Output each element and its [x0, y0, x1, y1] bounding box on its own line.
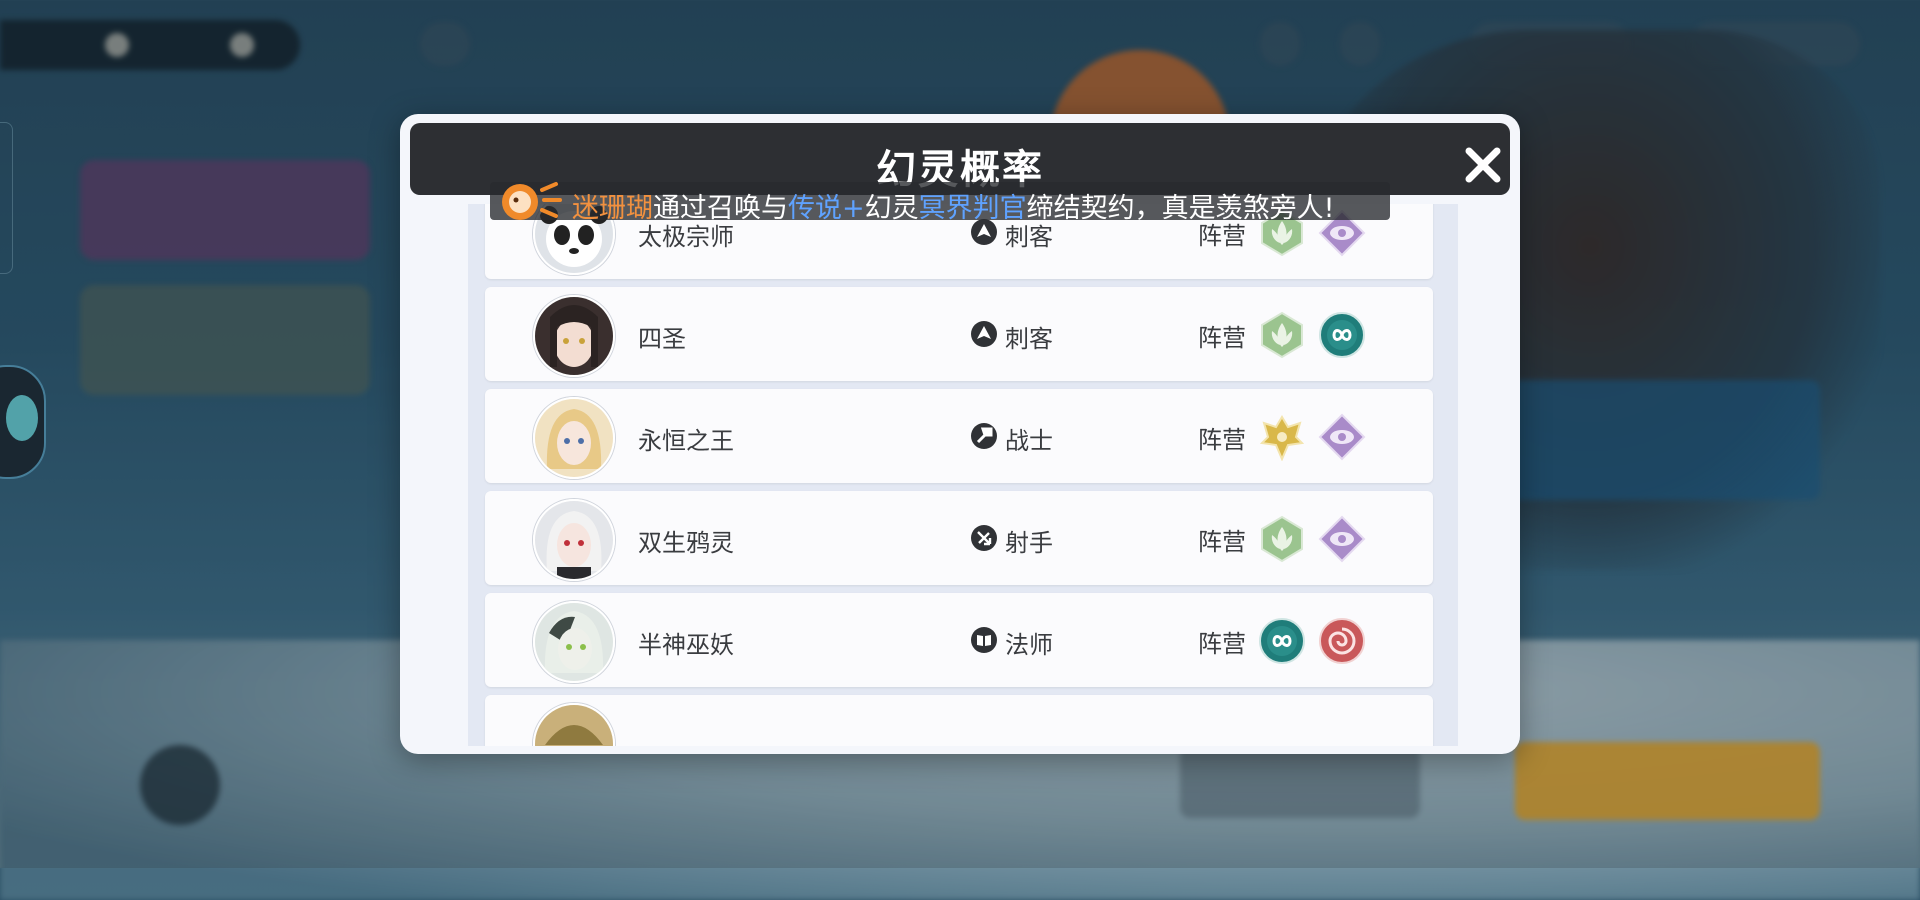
spirit-list[interactable]: 太极宗师 刺客 阵营 四圣 刺客 阵营 永恒之王 战士 阵营 双生鸦灵 射手 阵…	[468, 204, 1458, 746]
spirit-name: 永恒之王	[638, 427, 734, 455]
list-item	[485, 695, 1433, 746]
spirit-name: 四圣	[638, 325, 686, 353]
eye-camp-icon	[1318, 413, 1366, 461]
spirit-highlight: 冥界判官	[918, 193, 1027, 224]
avatar	[533, 397, 615, 479]
avatar	[533, 499, 615, 581]
eye-camp-icon	[1318, 515, 1366, 563]
crown-wing-camp-icon	[1258, 413, 1306, 462]
leaf-camp-icon	[1258, 515, 1306, 563]
marksman-icon	[971, 525, 997, 551]
avatar	[533, 703, 615, 746]
spirit-name: 半神巫妖	[638, 631, 734, 659]
avatar	[533, 295, 615, 377]
message-part: 通过召唤与	[653, 193, 788, 224]
close-x-icon	[1465, 147, 1501, 183]
message-part: 缔结契约，真是羡煞旁人!	[1026, 193, 1335, 224]
spirit-role: 射手	[1005, 529, 1053, 557]
speaker-mascot-icon	[498, 178, 562, 222]
camp-label: 阵营	[1198, 324, 1246, 352]
close-button[interactable]	[1463, 145, 1503, 185]
list-item: 双生鸦灵 射手 阵营	[485, 491, 1433, 585]
assassin-icon	[971, 321, 997, 347]
message-part: 幻灵	[864, 193, 919, 224]
list-item: 永恒之王 战士 阵营	[485, 389, 1433, 483]
camp-label: 阵营	[1198, 426, 1246, 454]
infinity-camp-icon	[1318, 311, 1366, 359]
infinity-camp-icon	[1258, 617, 1306, 665]
camp-label: 阵营	[1198, 630, 1246, 658]
avatar	[533, 601, 615, 683]
broadcast-message: 迷珊瑚通过召唤与传说+幻灵冥界判官缔结契约，真是羡煞旁人!	[572, 186, 1334, 225]
list-item: 半神巫妖 法师 阵营	[485, 593, 1433, 687]
spirit-role: 法师	[1005, 631, 1053, 659]
spiral-camp-icon	[1318, 617, 1366, 665]
spirit-role: 刺客	[1005, 325, 1053, 353]
spirit-role: 战士	[1005, 427, 1053, 455]
spirit-name: 双生鸦灵	[638, 529, 734, 557]
rarity-label: 传说+	[788, 193, 865, 224]
player-name: 迷珊瑚	[572, 193, 653, 224]
mage-icon	[971, 627, 997, 653]
camp-label: 阵营	[1198, 528, 1246, 556]
broadcast-ticker: 迷珊瑚通过召唤与传说+幻灵冥界判官缔结契约，真是羡煞旁人!	[490, 182, 1390, 224]
list-item: 四圣 刺客 阵营	[485, 287, 1433, 381]
warrior-icon	[971, 423, 997, 449]
leaf-camp-icon	[1258, 311, 1306, 359]
